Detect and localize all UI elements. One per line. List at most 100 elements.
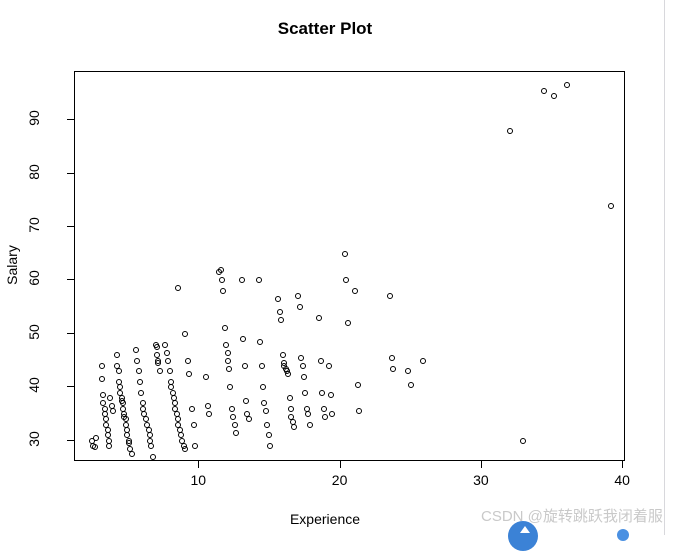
scatter-point (233, 429, 240, 436)
scatter-point (285, 370, 292, 377)
scatter-point (298, 354, 305, 361)
chart-page: Scatter Plot Salary 30 40 50 60 70 80 90 10 20 3… (0, 0, 674, 551)
scatter-point (114, 352, 121, 359)
x-axis-tick (622, 461, 624, 468)
scatter-point (541, 87, 548, 94)
scatter-point (241, 362, 248, 369)
scatter-point (175, 285, 182, 292)
y-axis-tick (67, 172, 74, 174)
y-axis-tick-label: 90 (26, 110, 42, 126)
scatter-point (110, 408, 117, 415)
scatter-point (291, 424, 297, 431)
scatter-point (305, 410, 312, 417)
scatter-point (223, 341, 230, 348)
y-axis-tick-label: 80 (26, 163, 42, 180)
scatter-point (230, 413, 237, 420)
scatter-point (265, 432, 272, 439)
scatter-point (389, 365, 396, 372)
scatter-point (231, 421, 238, 428)
scatter-point (299, 362, 306, 369)
scatter-point (165, 357, 172, 364)
scatter-point (224, 349, 231, 356)
scatter-point (182, 330, 189, 337)
scatter-point (182, 445, 189, 452)
scatter-point (306, 421, 313, 428)
scatter-point (343, 277, 350, 284)
scatter-point (341, 250, 348, 257)
scatter-point (203, 373, 210, 380)
scatter-point (228, 405, 235, 412)
scatter-point (419, 357, 426, 364)
scatter-point (344, 320, 351, 327)
scatter-point (322, 413, 329, 420)
scatter-point (186, 370, 193, 377)
scatter-point (98, 362, 105, 369)
scatter-point (295, 293, 302, 300)
y-axis-tick-label: 70 (26, 217, 42, 233)
chart-title: Scatter Plot (277, 19, 373, 38)
y-axis-tick-label: 60 (26, 270, 42, 287)
scatter-point (354, 381, 361, 388)
scatter-point (189, 405, 196, 412)
scatter-point (329, 410, 336, 417)
scatter-point (238, 277, 245, 284)
scatter-point (286, 394, 293, 401)
scatter-point (319, 389, 326, 396)
y-axis-tick (67, 439, 74, 441)
scatter-point (507, 127, 514, 134)
scatter-point (259, 384, 266, 391)
scatter-point (98, 376, 105, 383)
y-axis-tick (67, 119, 74, 121)
up-arrow-glyph (520, 526, 530, 533)
scatter-point (320, 405, 327, 412)
scatter-point (275, 296, 282, 303)
scatter-point (217, 266, 224, 273)
scatter-point (356, 408, 362, 415)
scatter-points-layer (75, 72, 624, 460)
scatter-point (135, 368, 142, 375)
scatter-point (137, 378, 143, 385)
x-axis-tick (339, 461, 341, 468)
scatter-point (296, 304, 303, 311)
scatter-point (162, 341, 169, 348)
scatter-point (240, 336, 247, 343)
y-axis-tick-label: 40 (26, 377, 42, 393)
scatter-point (115, 368, 122, 375)
scatter-point (185, 357, 191, 364)
scatter-point (220, 288, 227, 294)
x-axis-tick-label: 30 (473, 472, 489, 488)
scatter-point (267, 443, 273, 449)
scatter-point (262, 408, 269, 415)
scatter-point (288, 405, 295, 412)
scatter-point (227, 384, 234, 391)
x-axis-tick-label: 10 (190, 472, 207, 488)
scatter-point (190, 421, 197, 428)
scatter-point (206, 410, 213, 417)
plot-area (74, 71, 625, 461)
y-axis-tick-label: 30 (26, 430, 42, 447)
scatter-point (351, 288, 358, 294)
x-axis-tick-label: 40 (614, 472, 630, 488)
scatter-point (276, 309, 283, 316)
scatter-point (192, 443, 199, 449)
scatter-point (149, 453, 156, 460)
scatter-point (550, 93, 557, 99)
y-axis-tick (67, 332, 74, 334)
y-axis-tick (67, 225, 74, 227)
scatter-point (387, 293, 394, 300)
y-axis-tick-label: 50 (26, 324, 42, 340)
scatter-point (218, 277, 225, 284)
scatter-point (563, 82, 570, 89)
scatter-point (107, 394, 114, 401)
scatter-point (264, 421, 271, 428)
scatter-point (91, 444, 98, 450)
scatter-point (224, 357, 231, 364)
scatter-point (153, 344, 160, 351)
scatter-point (245, 416, 252, 423)
scatter-point (257, 338, 264, 345)
scatter-point (138, 389, 145, 396)
scatter-point (226, 365, 232, 372)
y-axis-title: Salary (4, 245, 20, 285)
scatter-point (156, 368, 163, 375)
scatter-point (132, 346, 139, 353)
